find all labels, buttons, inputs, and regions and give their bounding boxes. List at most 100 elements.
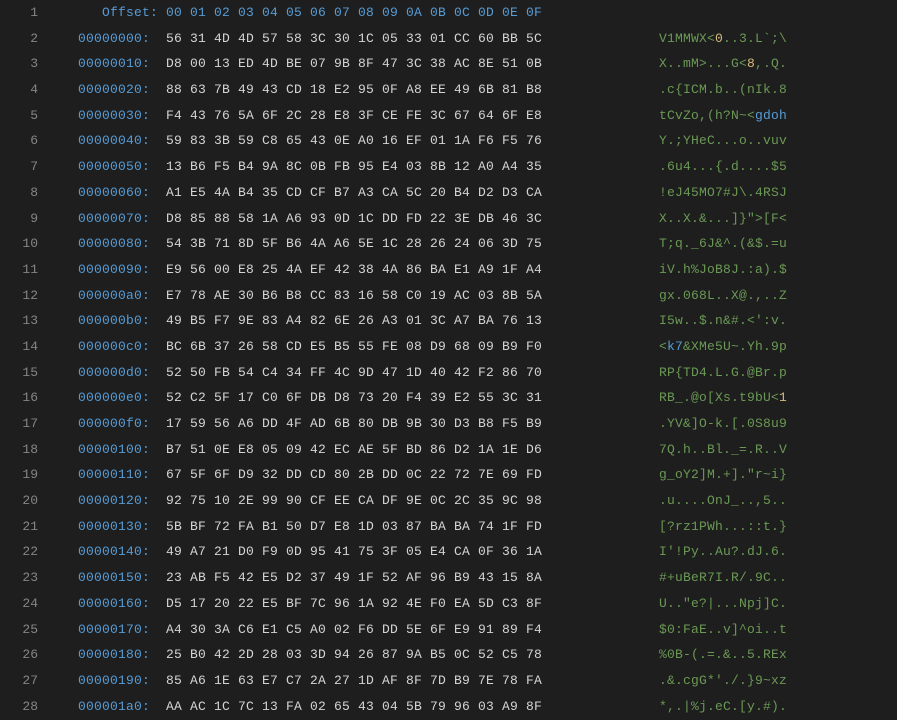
ascii-cell: .&.cgG*'./.}9~xz [631, 668, 787, 694]
line-number: 16 [0, 385, 38, 411]
line-number: 28 [0, 694, 38, 720]
hex-cell: D8 00 13 ED 4D BE 07 9B 8F 47 3C 38 AC 8… [160, 51, 631, 77]
offset-cell: 000000e0: [78, 385, 160, 411]
hex-cell: AA AC 1C 7C 13 FA 02 65 43 04 5B 79 96 0… [160, 694, 631, 720]
line-number: 24 [0, 591, 38, 617]
offset-cell: 00000100: [78, 437, 160, 463]
ascii-cell: gx.068L..X@.,..Z [631, 283, 787, 309]
offset-cell: 000000b0: [78, 308, 160, 334]
ascii-cell: $0:FaE..v]^oi..t [631, 617, 787, 643]
hex-cell: 17 59 56 A6 DD 4F AD 6B 80 DB 9B 30 D3 B… [160, 411, 631, 437]
offset-cell: 00000090: [78, 257, 160, 283]
hex-cell: 59 83 3B 59 C8 65 43 0E A0 16 EF 01 1A F… [160, 128, 631, 154]
hex-cell: 23 AB F5 42 E5 D2 37 49 1F 52 AF 96 B9 4… [160, 565, 631, 591]
offset-header: Offset: [78, 0, 160, 26]
hex-cell: 49 B5 F7 9E 83 A4 82 6E 26 A3 01 3C A7 B… [160, 308, 631, 334]
ascii-cell: .6u4...{.d....$5 [631, 154, 787, 180]
line-number: 6 [0, 128, 38, 154]
line-number: 20 [0, 488, 38, 514]
hex-row: 00000150:23 AB F5 42 E5 D2 37 49 1F 52 A… [78, 565, 897, 591]
ascii-cell: X..X.&...]}">[F< [631, 206, 787, 232]
hex-row: 00000100:B7 51 0E E8 05 09 42 EC AE 5F B… [78, 437, 897, 463]
ascii-cell: I5w..$.n&#.<':v. [631, 308, 787, 334]
hex-row: 000000d0:52 50 FB 54 C4 34 FF 4C 9D 47 1… [78, 360, 897, 386]
hex-row: 00000120:92 75 10 2E 99 90 CF EE CA DF 9… [78, 488, 897, 514]
hex-cell: E7 78 AE 30 B6 B8 CC 83 16 58 C0 19 AC 0… [160, 283, 631, 309]
hex-header-row: Offset:00 01 02 03 04 05 06 07 08 09 0A … [78, 0, 897, 26]
line-number: 1 [0, 0, 38, 26]
line-number: 15 [0, 360, 38, 386]
line-number: 5 [0, 103, 38, 129]
offset-cell: 00000130: [78, 514, 160, 540]
offset-cell: 00000040: [78, 128, 160, 154]
columns-header: 00 01 02 03 04 05 06 07 08 09 0A 0B 0C 0… [160, 0, 631, 26]
ascii-cell: RP{TD4.L.G.@Br.p [631, 360, 787, 386]
offset-cell: 00000030: [78, 103, 160, 129]
ascii-cell: X..mM>...G<8,.Q. [631, 51, 787, 77]
offset-cell: 00000020: [78, 77, 160, 103]
line-number: 9 [0, 206, 38, 232]
ascii-cell: .YV&]O-k.[.0S8u9 [631, 411, 787, 437]
ascii-cell: [?rz1PWh...::t.} [631, 514, 787, 540]
line-number: 7 [0, 154, 38, 180]
hex-cell: D5 17 20 22 E5 BF 7C 96 1A 92 4E F0 EA 5… [160, 591, 631, 617]
ascii-cell: #+uBeR7I.R/.9C.. [631, 565, 787, 591]
line-number: 3 [0, 51, 38, 77]
offset-cell: 00000120: [78, 488, 160, 514]
hex-row: 00000010:D8 00 13 ED 4D BE 07 9B 8F 47 3… [78, 51, 897, 77]
line-number: 18 [0, 437, 38, 463]
offset-cell: 00000190: [78, 668, 160, 694]
ascii-cell: .c{ICM.b..(nIk.8 [631, 77, 787, 103]
offset-cell: 000000d0: [78, 360, 160, 386]
line-number-gutter: 1234567891011121314151617181920212223242… [0, 0, 56, 720]
line-number: 11 [0, 257, 38, 283]
offset-cell: 00000110: [78, 462, 160, 488]
hex-row: 00000160:D5 17 20 22 E5 BF 7C 96 1A 92 4… [78, 591, 897, 617]
ascii-cell: 7Q.h..Bl._=.R..V [631, 437, 787, 463]
hex-cell: 88 63 7B 49 43 CD 18 E2 95 0F A8 EE 49 6… [160, 77, 631, 103]
ascii-cell: .u....OnJ_..,5.. [631, 488, 787, 514]
hex-row: 00000000:56 31 4D 4D 57 58 3C 30 1C 05 3… [78, 26, 897, 52]
hex-row: 00000180:25 B0 42 2D 28 03 3D 94 26 87 9… [78, 642, 897, 668]
offset-cell: 00000050: [78, 154, 160, 180]
ascii-cell: U.."e?|...Npj]C. [631, 591, 787, 617]
hex-cell: 85 A6 1E 63 E7 C7 2A 27 1D AF 8F 7D B9 7… [160, 668, 631, 694]
hex-row: 000000a0:E7 78 AE 30 B6 B8 CC 83 16 58 C… [78, 283, 897, 309]
hex-row: 000000f0:17 59 56 A6 DD 4F AD 6B 80 DB 9… [78, 411, 897, 437]
ascii-cell: tCvZo,(h?N~<gdoh [631, 103, 787, 129]
hex-cell: D8 85 88 58 1A A6 93 0D 1C DD FD 22 3E D… [160, 206, 631, 232]
hex-row: 00000190:85 A6 1E 63 E7 C7 2A 27 1D AF 8… [78, 668, 897, 694]
hex-row: 00000170:A4 30 3A C6 E1 C5 A0 02 F6 DD 5… [78, 617, 897, 643]
hex-cell: 49 A7 21 D0 F9 0D 95 41 75 3F 05 E4 CA 0… [160, 539, 631, 565]
hex-cell: 25 B0 42 2D 28 03 3D 94 26 87 9A B5 0C 5… [160, 642, 631, 668]
hex-row: 00000040:59 83 3B 59 C8 65 43 0E A0 16 E… [78, 128, 897, 154]
ascii-cell: !eJ45MO7#J\.4RSJ [631, 180, 787, 206]
hex-row: 00000130:5B BF 72 FA B1 50 D7 E8 1D 03 8… [78, 514, 897, 540]
hex-row: 00000140:49 A7 21 D0 F9 0D 95 41 75 3F 0… [78, 539, 897, 565]
ascii-cell: I'!Py..Au?.dJ.6. [631, 539, 787, 565]
ascii-cell: V1MMWX<0..3.L`;\ [631, 26, 787, 52]
offset-cell: 00000070: [78, 206, 160, 232]
hex-cell: 52 C2 5F 17 C0 6F DB D8 73 20 F4 39 E2 5… [160, 385, 631, 411]
line-number: 19 [0, 462, 38, 488]
line-number: 23 [0, 565, 38, 591]
hex-cell: E9 56 00 E8 25 4A EF 42 38 4A 86 BA E1 A… [160, 257, 631, 283]
offset-cell: 00000140: [78, 539, 160, 565]
hex-cell: 54 3B 71 8D 5F B6 4A A6 5E 1C 28 26 24 0… [160, 231, 631, 257]
offset-cell: 000000a0: [78, 283, 160, 309]
offset-cell: 00000170: [78, 617, 160, 643]
hex-row: 00000070:D8 85 88 58 1A A6 93 0D 1C DD F… [78, 206, 897, 232]
hex-row: 00000110:67 5F 6F D9 32 DD CD 80 2B DD 0… [78, 462, 897, 488]
hex-code-area[interactable]: Offset:00 01 02 03 04 05 06 07 08 09 0A … [56, 0, 897, 720]
line-number: 21 [0, 514, 38, 540]
line-number: 8 [0, 180, 38, 206]
offset-cell: 00000080: [78, 231, 160, 257]
ascii-cell: %0B-(.=.&..5.REx [631, 642, 787, 668]
hex-cell: A4 30 3A C6 E1 C5 A0 02 F6 DD 5E 6F E9 9… [160, 617, 631, 643]
ascii-cell: T;q._6J&^.(&$.=u [631, 231, 787, 257]
ascii-cell: g_oY2]M.+]."r~i} [631, 462, 787, 488]
line-number: 25 [0, 617, 38, 643]
offset-cell: 00000010: [78, 51, 160, 77]
line-number: 12 [0, 283, 38, 309]
line-number: 17 [0, 411, 38, 437]
